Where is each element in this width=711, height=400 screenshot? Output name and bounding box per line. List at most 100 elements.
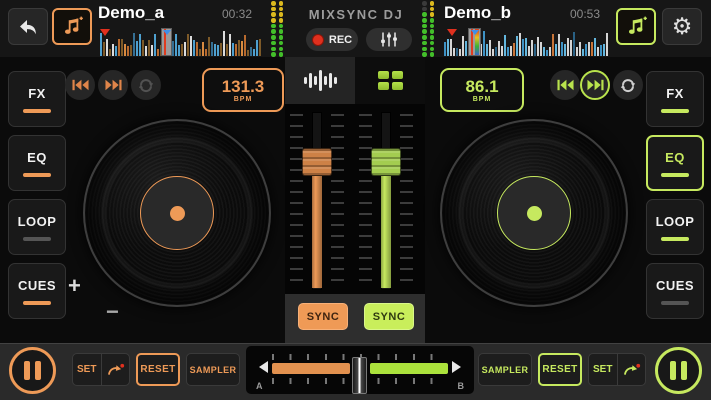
cue-set-group-b: SET <box>588 353 646 386</box>
load-track-a-button[interactable] <box>52 8 92 45</box>
mixsync-dj-app: Demo_a 00:32 MIXSYNC DJ REC Demo_b <box>0 0 711 400</box>
skip-back-button-a[interactable] <box>65 70 95 100</box>
deck-b-playhead[interactable] <box>468 28 481 56</box>
back-button[interactable] <box>8 8 48 45</box>
pad-underline <box>661 301 689 305</box>
skip-forward-icon <box>587 79 604 91</box>
pad-underline <box>23 173 51 177</box>
tab-faders[interactable] <box>285 57 355 104</box>
spindle-dot <box>527 206 542 221</box>
crossfader-handle[interactable] <box>352 357 367 394</box>
volume-fader-b[interactable] <box>359 112 413 290</box>
loop-pad-b[interactable]: LOOP <box>646 199 704 255</box>
repeat-icon <box>619 77 637 93</box>
skip-back-icon <box>557 79 574 91</box>
fader-ticks <box>290 114 303 288</box>
fx-pad-b[interactable]: FX <box>646 71 704 127</box>
fader-ticks <box>359 114 372 288</box>
reset-button-a[interactable]: RESET <box>136 353 180 386</box>
bpm-display-a[interactable]: 131.3 BPM <box>202 68 284 112</box>
set-button-a[interactable]: SET <box>73 354 101 385</box>
load-track-b-button[interactable] <box>616 8 656 45</box>
bpm-display-b[interactable]: 86.1 BPM <box>440 68 524 112</box>
rec-label: REC <box>329 34 352 46</box>
cue-jump-button-b[interactable] <box>617 354 646 385</box>
sync-button-b[interactable]: SYNC <box>364 303 414 330</box>
crossfade-right-arrow-icon <box>452 361 467 373</box>
repeat-icon <box>137 77 155 93</box>
repeat-button-b[interactable] <box>613 70 643 100</box>
music-note-plus-icon <box>60 15 84 38</box>
crossfader[interactable]: A B <box>246 346 474 394</box>
reset-button-b[interactable]: RESET <box>538 353 582 386</box>
deck-b-time: 00:53 <box>570 7 600 21</box>
sampler-pads-icon <box>378 71 403 90</box>
vinyl-label-a <box>140 176 214 250</box>
play-pause-button-a[interactable] <box>9 347 56 394</box>
sampler-button-a[interactable]: SAMPLER <box>186 353 240 386</box>
crossfader-a-fill <box>272 363 350 374</box>
play-pause-button-b[interactable] <box>655 347 702 394</box>
deck-a-time: 00:32 <box>222 7 252 21</box>
skip-forward-button-b[interactable] <box>580 70 610 100</box>
pitch-minus-button-a[interactable]: − <box>106 302 119 322</box>
skip-back-button-b[interactable] <box>550 70 580 100</box>
crossfader-b-fill <box>370 363 448 374</box>
playhead-marker-icon <box>471 30 479 39</box>
pause-icon <box>35 361 41 380</box>
pad-underline <box>661 173 689 177</box>
pad-underline <box>661 109 689 113</box>
rec-button[interactable]: REC <box>306 28 358 51</box>
sync-button-a[interactable]: SYNC <box>298 303 348 330</box>
deck-b-title: Demo_b <box>444 3 511 23</box>
pad-underline <box>23 109 51 113</box>
loop-pad-a[interactable]: LOOP <box>8 199 66 255</box>
volume-fader-a[interactable] <box>290 112 344 290</box>
mixer-sliders-icon <box>379 31 399 48</box>
music-note-plus-icon <box>624 15 648 38</box>
pad-underline <box>23 301 51 305</box>
app-title: MIXSYNC DJ <box>266 7 446 22</box>
jump-arrow-icon <box>106 362 125 377</box>
pause-icon <box>670 361 676 380</box>
cues-pad-a[interactable]: CUES <box>8 263 66 319</box>
pad-underline <box>23 237 51 241</box>
deck-a-playhead[interactable] <box>161 28 172 56</box>
fader-ticks <box>331 114 344 288</box>
jump-arrow-icon <box>622 362 641 377</box>
deck-a-waveform[interactable] <box>100 29 262 56</box>
repeat-button-a[interactable] <box>131 70 161 100</box>
mixer-toggle-button[interactable] <box>366 28 412 51</box>
fader-handle-b[interactable] <box>371 148 401 176</box>
settings-button[interactable]: ⚙ <box>662 8 702 45</box>
fader-fill <box>381 176 391 288</box>
fx-pad-a[interactable]: FX <box>8 71 66 127</box>
crossfade-left-arrow-icon <box>253 361 268 373</box>
rec-indicator-icon <box>312 34 324 46</box>
fader-handle-a[interactable] <box>302 148 332 176</box>
eq-pad-a[interactable]: EQ <box>8 135 66 191</box>
skip-forward-button-a[interactable] <box>98 70 128 100</box>
sampler-button-b[interactable]: SAMPLER <box>478 353 532 386</box>
pad-underline <box>661 237 689 241</box>
faders-icon <box>304 70 337 91</box>
deck-a-title: Demo_a <box>98 3 164 23</box>
crossfader-b-label: B <box>458 381 465 391</box>
tab-sampler-pads[interactable] <box>355 57 425 104</box>
skip-forward-icon <box>105 79 122 91</box>
cues-pad-b[interactable]: CUES <box>646 263 704 319</box>
deck-b-cue-marker <box>447 29 457 36</box>
fader-fill <box>312 176 322 288</box>
eq-pad-b[interactable]: EQ <box>646 135 704 191</box>
top-bar: Demo_a 00:32 MIXSYNC DJ REC Demo_b <box>0 0 711 57</box>
spindle-dot <box>170 206 185 221</box>
pause-icon <box>24 361 30 380</box>
pitch-plus-button-a[interactable]: + <box>68 276 81 296</box>
fader-ticks <box>400 114 413 288</box>
set-button-b[interactable]: SET <box>589 354 617 385</box>
cue-jump-button-a[interactable] <box>101 354 130 385</box>
skip-back-icon <box>72 79 89 91</box>
turntable-b[interactable] <box>440 119 628 307</box>
turntable-a[interactable] <box>83 119 271 307</box>
pause-icon <box>681 361 687 380</box>
